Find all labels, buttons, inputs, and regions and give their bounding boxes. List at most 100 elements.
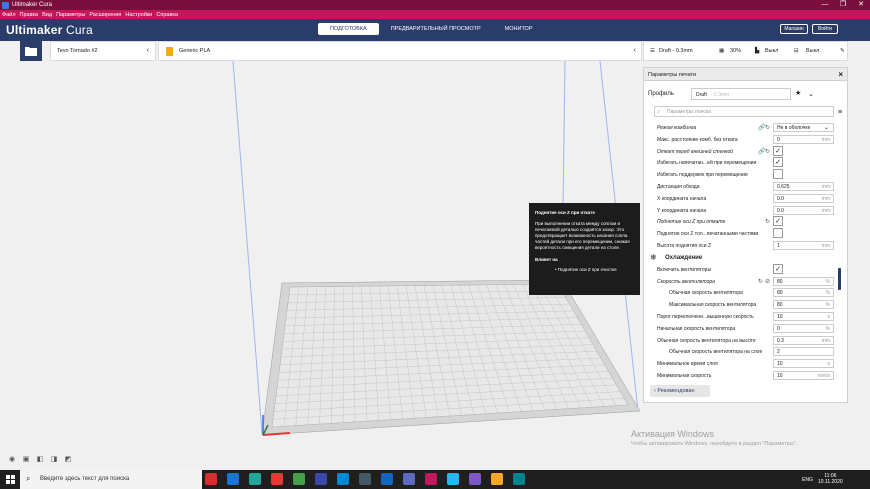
setting-input[interactable]: 0.3 mm — [773, 335, 834, 345]
maximize-button[interactable]: ❐ — [834, 0, 852, 10]
setting-row[interactable]: X координата начала 0.0 mm — [647, 193, 837, 204]
taskbar-search-input[interactable]: ⌕ Введите здесь текст для поиска — [20, 470, 202, 489]
taskbar-app-icon[interactable] — [491, 473, 503, 485]
menu-edit[interactable]: Правка — [20, 12, 39, 18]
chevron-down-icon[interactable]: ⌄ — [808, 90, 814, 98]
support-icon: ▙ — [755, 48, 760, 54]
setting-input[interactable]: 80% — [773, 300, 834, 310]
taskbar-app-icon[interactable] — [249, 473, 261, 485]
clock[interactable]: 11:06 10.11.2020 — [818, 473, 843, 485]
setting-row[interactable]: Откат перед внешней стенкой 🔗 ↻ ✓ — [647, 145, 837, 157]
setting-dropdown[interactable]: Не в оболочке ⌄ — [773, 123, 834, 132]
setting-row[interactable]: Включить вентиляторы ✓ — [647, 263, 837, 275]
menu-view[interactable]: Вид — [42, 12, 52, 18]
marketplace-button[interactable]: Магазин — [780, 24, 808, 34]
minimize-button[interactable]: — — [816, 0, 834, 10]
setting-input[interactable]: 2 — [773, 347, 834, 357]
taskbar-app-icon[interactable] — [315, 473, 327, 485]
setting-row[interactable]: Поднятие оси Z тол...печатанными частями — [647, 228, 837, 239]
setting-input[interactable]: 0.0 mm — [773, 193, 834, 203]
view-left-icon[interactable]: ◨ — [47, 455, 61, 465]
menu-extensions[interactable]: Расширения — [89, 12, 121, 18]
setting-input[interactable]: 1 mm — [773, 241, 834, 250]
menu-help[interactable]: Справка — [156, 12, 178, 18]
setting-row[interactable]: Обычная скорость вентилятора на высоте 0.… — [647, 335, 837, 346]
menu-file[interactable]: Файл — [2, 12, 16, 18]
profile-dropdown[interactable]: Draft - 0.3mm — [691, 88, 791, 100]
taskbar-app-icon[interactable] — [425, 473, 437, 485]
setting-row[interactable]: Минимальное время слоя 10 s — [647, 358, 837, 369]
taskbar-app-icon[interactable] — [227, 473, 239, 485]
setting-input[interactable]: 10 s — [773, 312, 834, 321]
close-icon[interactable]: × — [838, 70, 843, 79]
taskbar-app-icon[interactable] — [205, 473, 217, 485]
recommended-button[interactable]: ‹ Рекомендован — [650, 385, 710, 397]
settings-scrollbar[interactable] — [838, 268, 841, 290]
setting-row[interactable]: Начальная скорость вентилятора 0% — [647, 323, 837, 334]
view-3d-icon[interactable]: ◉ — [5, 455, 19, 465]
settings-search-input[interactable]: ⌕ Параметры поиска — [654, 106, 834, 117]
setting-checkbox[interactable]: ✓ — [773, 216, 783, 227]
setting-input[interactable]: 0 mm — [773, 134, 834, 144]
menu-preferences[interactable]: Настройки — [125, 12, 152, 18]
setting-input[interactable]: 0.625 mm — [773, 182, 834, 191]
taskbar-app-icon[interactable] — [293, 473, 305, 485]
reset-icon[interactable]: ↻ — [765, 124, 770, 131]
setting-input[interactable]: 0.0 mm — [773, 205, 834, 215]
setting-row[interactable]: Поднятие оси Z при откате ↻ ✓ — [647, 216, 837, 227]
setting-row[interactable]: Избегать напечатан...ей при перемещении ✓ — [647, 157, 837, 168]
setting-row[interactable]: Максимальная скорость вентилятора 80% — [647, 299, 837, 310]
tab-monitor[interactable]: МОНИТОР — [493, 23, 545, 35]
taskbar-app-icon[interactable] — [337, 473, 349, 485]
setting-row[interactable]: Скорость вентилятора ↻ ⊘ 80% — [647, 276, 837, 287]
taskbar-app-icon[interactable] — [469, 473, 481, 485]
reset-icon[interactable]: ↻ — [758, 278, 763, 285]
login-button[interactable]: Войти — [812, 24, 838, 34]
language-indicator[interactable]: ENG — [802, 477, 813, 483]
taskbar-app-icon[interactable] — [513, 473, 525, 485]
star-icon[interactable]: ★ — [795, 89, 801, 97]
view-front-icon[interactable]: ▣ — [19, 455, 33, 465]
setting-input[interactable]: 0% — [773, 323, 834, 333]
setting-checkbox[interactable] — [773, 228, 783, 239]
setting-checkbox[interactable] — [773, 169, 783, 180]
reset-icon[interactable]: ↻ — [765, 218, 770, 225]
setting-row[interactable]: Избегать поддержек при перемещении — [647, 169, 837, 180]
taskbar-app-icon[interactable] — [359, 473, 371, 485]
setting-row[interactable]: Обычная скорость вентилятора 80% — [647, 287, 837, 298]
setting-row[interactable]: Высота поднятия оси Z 1 mm — [647, 240, 837, 251]
tab-preview[interactable]: ПРЕДВАРИТЕЛЬНЫЙ ПРОСМОТР — [379, 23, 493, 35]
view-right-icon[interactable]: ◩ — [61, 455, 75, 465]
setting-row[interactable]: Макс. расстояние комб. без отката 0 mm — [647, 134, 837, 145]
setting-input[interactable]: 80% — [773, 288, 834, 298]
taskbar-app-icon[interactable] — [271, 473, 283, 485]
setting-row[interactable]: Минимальная скорость 10 mm/s — [647, 370, 837, 380]
hamburger-menu-icon[interactable]: ≡ — [838, 109, 842, 116]
setting-row[interactable]: Y координата начала 0.0 mm — [647, 205, 837, 216]
open-file-button[interactable] — [20, 41, 42, 61]
print-settings-summary[interactable]: ☰ Draft - 0.3mm ▦ 30% ▙ Выкл ⊟ Выкл ✎ — [643, 41, 848, 61]
setting-input[interactable]: 80% — [773, 276, 834, 286]
close-button[interactable]: ✕ — [852, 0, 870, 10]
setting-checkbox[interactable]: ✓ — [773, 145, 783, 156]
setting-row[interactable]: Порог переключени...вышенную скорость 10 s — [647, 311, 837, 322]
material-selector[interactable]: Generic PLA ‹ — [158, 41, 642, 61]
setting-checkbox[interactable]: ✓ — [773, 263, 783, 274]
setting-checkbox[interactable]: ✓ — [773, 157, 783, 168]
setting-row[interactable]: Дистанция обхода 0.625 mm — [647, 181, 837, 192]
setting-input[interactable]: 10 s — [773, 359, 834, 369]
taskbar-app-icon[interactable] — [403, 473, 415, 485]
setting-row[interactable]: Обычная скорость вентилятора на слое 2 — [647, 346, 837, 357]
inherit-icon[interactable]: ⊘ — [765, 278, 770, 285]
tab-prepare[interactable]: ПОДГОТОВКА — [318, 23, 379, 35]
taskbar-app-icon[interactable] — [447, 473, 459, 485]
setting-row[interactable]: Режим комбинга 🔗 ↻ Не в оболочке ⌄ — [647, 122, 837, 133]
setting-input[interactable]: 10 mm/s — [773, 371, 834, 380]
machine-selector[interactable]: Tevo Tornado #2 ‹ — [50, 41, 156, 61]
reset-icon[interactable]: ↻ — [765, 148, 770, 155]
menu-settings[interactable]: Параметры — [56, 12, 85, 18]
settings-category[interactable]: ❄ Охлаждение — [647, 252, 837, 264]
taskbar-app-icon[interactable] — [381, 473, 393, 485]
windows-start-icon[interactable] — [6, 475, 15, 484]
view-top-icon[interactable]: ◧ — [33, 455, 47, 465]
